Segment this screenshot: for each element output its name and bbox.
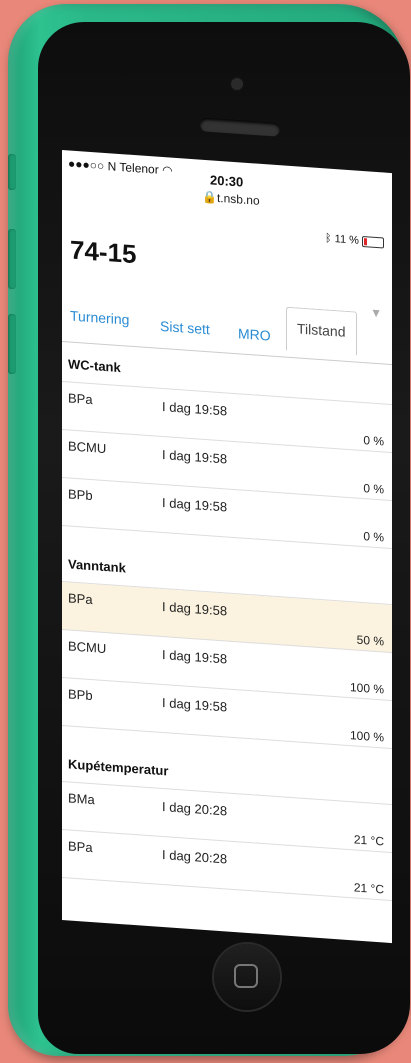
row-date: I dag 19:58	[162, 446, 228, 467]
volume-down-button	[8, 314, 16, 374]
screen: ●●●○○ N Telenor ◠ 20:30 🔒t.nsb.no ᛒ 11 %…	[62, 150, 392, 944]
row-date: I dag 19:58	[162, 694, 228, 715]
row-date: I dag 20:28	[162, 846, 228, 867]
mute-switch	[8, 154, 16, 190]
tab-turnering[interactable]: Turnering	[70, 308, 129, 328]
row-value: 100 %	[349, 728, 384, 745]
row-value: 0 %	[363, 481, 384, 497]
home-button[interactable]	[214, 944, 280, 1010]
row-value: 0 %	[363, 529, 384, 545]
row-value: 0 %	[363, 433, 384, 449]
tab-mro[interactable]: MRO	[238, 325, 271, 343]
row-date: I dag 20:28	[162, 798, 228, 819]
row-date: I dag 19:58	[162, 598, 228, 619]
row-name: BMa	[68, 790, 95, 808]
row-date: I dag 19:58	[162, 646, 228, 667]
row-value: 21 °C	[353, 880, 384, 897]
row-name: BCMU	[68, 438, 107, 457]
row-date: I dag 19:58	[162, 494, 228, 515]
wifi-icon: ◠	[162, 162, 173, 178]
row-name: BPa	[68, 390, 93, 408]
front-camera	[231, 78, 243, 90]
home-square-icon	[234, 964, 258, 988]
row-name: BPa	[68, 838, 93, 856]
page-title: 74-15	[70, 234, 137, 270]
row-name: BCMU	[68, 638, 107, 657]
tab-tilstand[interactable]: Tilstand	[286, 306, 357, 356]
row-value: 50 %	[356, 632, 384, 649]
row-date: I dag 19:58	[162, 398, 228, 419]
row-name: BPb	[68, 686, 93, 704]
carrier-label: ●●●○○ N Telenor ◠	[68, 156, 173, 178]
row-name: BPa	[68, 590, 93, 608]
tab-sist-sett[interactable]: Sist sett	[160, 318, 210, 337]
volume-up-button	[8, 229, 16, 289]
row-value: 100 %	[349, 680, 384, 697]
row-value: 21 °C	[353, 832, 384, 849]
row-name: BPb	[68, 486, 93, 504]
earpiece-speaker	[199, 117, 281, 137]
